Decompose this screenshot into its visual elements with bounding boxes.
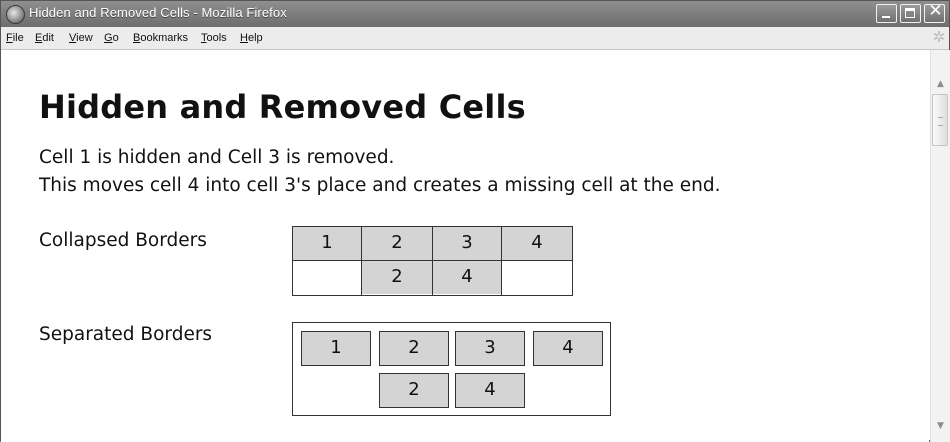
title-bar[interactable]: Hidden and Removed Cells - Mozilla Firef…: [1, 1, 949, 27]
firefox-icon: [6, 5, 25, 24]
description-line-2: This moves cell 4 into cell 3's place an…: [39, 175, 721, 196]
column-divider: [501, 226, 502, 296]
maximize-icon: [905, 8, 915, 18]
table-cell: 3: [455, 331, 525, 366]
scroll-up-icon[interactable]: ▲: [934, 78, 947, 91]
menu-bar: File Edit View Go Bookmarks Tools Help ✲: [1, 27, 949, 50]
collapsed-borders-table: 1 2 3 4 2 4: [292, 226, 573, 296]
close-icon: ✕: [928, 1, 943, 21]
separated-borders-label: Separated Borders: [39, 324, 213, 345]
collapsed-borders-label: Collapsed Borders: [39, 230, 207, 251]
browser-window: Hidden and Removed Cells - Mozilla Firef…: [0, 0, 950, 442]
menu-edit[interactable]: Edit: [35, 32, 54, 44]
table-cell: 4: [455, 373, 525, 408]
window-title: Hidden and Removed Cells - Mozilla Firef…: [29, 5, 287, 20]
page-content: Hidden and Removed Cells Cell 1 is hidde…: [1, 50, 929, 442]
table-cell: 4: [533, 331, 603, 366]
menu-view[interactable]: View: [69, 32, 93, 44]
menu-help[interactable]: Help: [240, 32, 263, 44]
menu-file[interactable]: File: [6, 32, 24, 44]
vertical-scrollbar[interactable]: ▲ ▼: [930, 50, 950, 442]
minimize-button[interactable]: [876, 4, 897, 23]
row-divider: [292, 260, 573, 261]
table-cell: 2: [379, 373, 449, 408]
scroll-down-icon[interactable]: ▼: [934, 420, 947, 433]
column-divider: [432, 226, 433, 296]
grip-icon: [938, 117, 943, 126]
close-button[interactable]: ✕: [924, 1, 945, 23]
scrollbar-thumb[interactable]: [932, 94, 948, 146]
maximize-button[interactable]: [900, 4, 921, 23]
table-cell: 1: [301, 331, 371, 366]
table-cell: 2: [379, 331, 449, 366]
separated-borders-table: 1 2 3 4 2 4: [292, 322, 611, 416]
page-title: Hidden and Removed Cells: [39, 88, 526, 126]
menu-tools[interactable]: Tools: [201, 32, 227, 44]
minimize-icon: [882, 16, 890, 18]
column-divider: [361, 226, 362, 296]
menu-bookmarks[interactable]: Bookmarks: [133, 32, 188, 44]
description-line-1: Cell 1 is hidden and Cell 3 is removed.: [39, 147, 395, 168]
menu-go[interactable]: Go: [104, 32, 119, 44]
throbber-icon: ✲: [932, 29, 946, 46]
